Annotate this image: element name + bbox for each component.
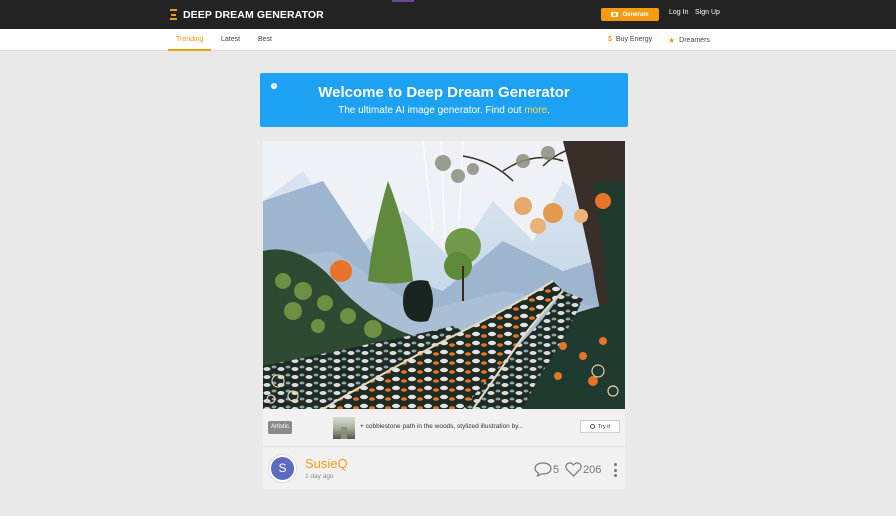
banner-suffix: . (547, 105, 550, 116)
artwork-image[interactable] (263, 141, 625, 409)
dreamers-label: Dreamers (679, 37, 710, 44)
top-navbar: DEEP DREAM GENERATOR Generate Log In Sig… (0, 0, 896, 29)
logo-text: DEEP DREAM GENERATOR (183, 8, 324, 21)
camera-icon (611, 12, 619, 17)
more-link[interactable]: more (524, 105, 547, 116)
logo[interactable]: DEEP DREAM GENERATOR (170, 8, 324, 21)
logo-icon (170, 9, 177, 20)
post-card: Artistic + cobblestone path in the woods… (263, 141, 625, 489)
author-row: S SusieQ 1 day ago 5 206 (263, 447, 625, 489)
banner-subtitle: The ultimate AI image generator. Find ou… (260, 105, 628, 116)
style-badge[interactable]: Artistic (268, 421, 292, 434)
generate-label: Generate (622, 11, 649, 18)
tab-trending[interactable]: Trending (176, 36, 203, 43)
tab-latest[interactable]: Latest (221, 36, 240, 43)
heart-icon (565, 462, 582, 477)
accent-line (392, 0, 414, 2)
likes-count[interactable]: 206 (565, 462, 601, 477)
signup-link[interactable]: Sign Up (695, 9, 720, 16)
buy-energy-label: Buy Energy (615, 36, 653, 43)
dollar-icon: $ (608, 36, 612, 43)
try-it-label: Try it (597, 423, 610, 430)
tab-best[interactable]: Best (258, 36, 272, 43)
star-icon: ★ (668, 36, 676, 45)
gear-icon (589, 424, 595, 429)
welcome-banner: i Welcome to Deep Dream Generator The ul… (260, 73, 628, 127)
avatar[interactable]: S (269, 455, 296, 482)
post-time: 1 day ago (305, 473, 334, 480)
banner-title: Welcome to Deep Dream Generator (318, 84, 570, 101)
comment-icon (534, 462, 552, 477)
prompt-text[interactable]: + cobblestone path in the woods, stylize… (360, 423, 523, 430)
prompt-prefix: + (360, 423, 364, 430)
author-name[interactable]: SusieQ (305, 456, 348, 471)
comments-count[interactable]: 5 (534, 462, 559, 477)
prompt-thumbnail[interactable] (333, 417, 355, 439)
dreamers-link[interactable]: ★ Dreamers (668, 36, 710, 45)
active-tab-indicator (168, 49, 211, 51)
try-it-button[interactable]: Try it (580, 420, 620, 433)
comments-number: 5 (553, 463, 560, 476)
banner-subtitle-text: The ultimate AI image generator. Find ou… (338, 105, 522, 116)
likes-number: 206 (583, 463, 602, 476)
prompt-content: cobblestone path in the woods, stylized … (365, 423, 524, 430)
sub-navbar: Trending Latest Best $ Buy Energy ★ Drea… (0, 29, 896, 51)
buy-energy-link[interactable]: $ Buy Energy (608, 36, 652, 43)
generate-button[interactable]: Generate (601, 8, 659, 21)
login-link[interactable]: Log In (669, 9, 688, 16)
more-options-icon[interactable] (614, 463, 617, 477)
post-meta-bar: Artistic + cobblestone path in the woods… (263, 409, 625, 447)
